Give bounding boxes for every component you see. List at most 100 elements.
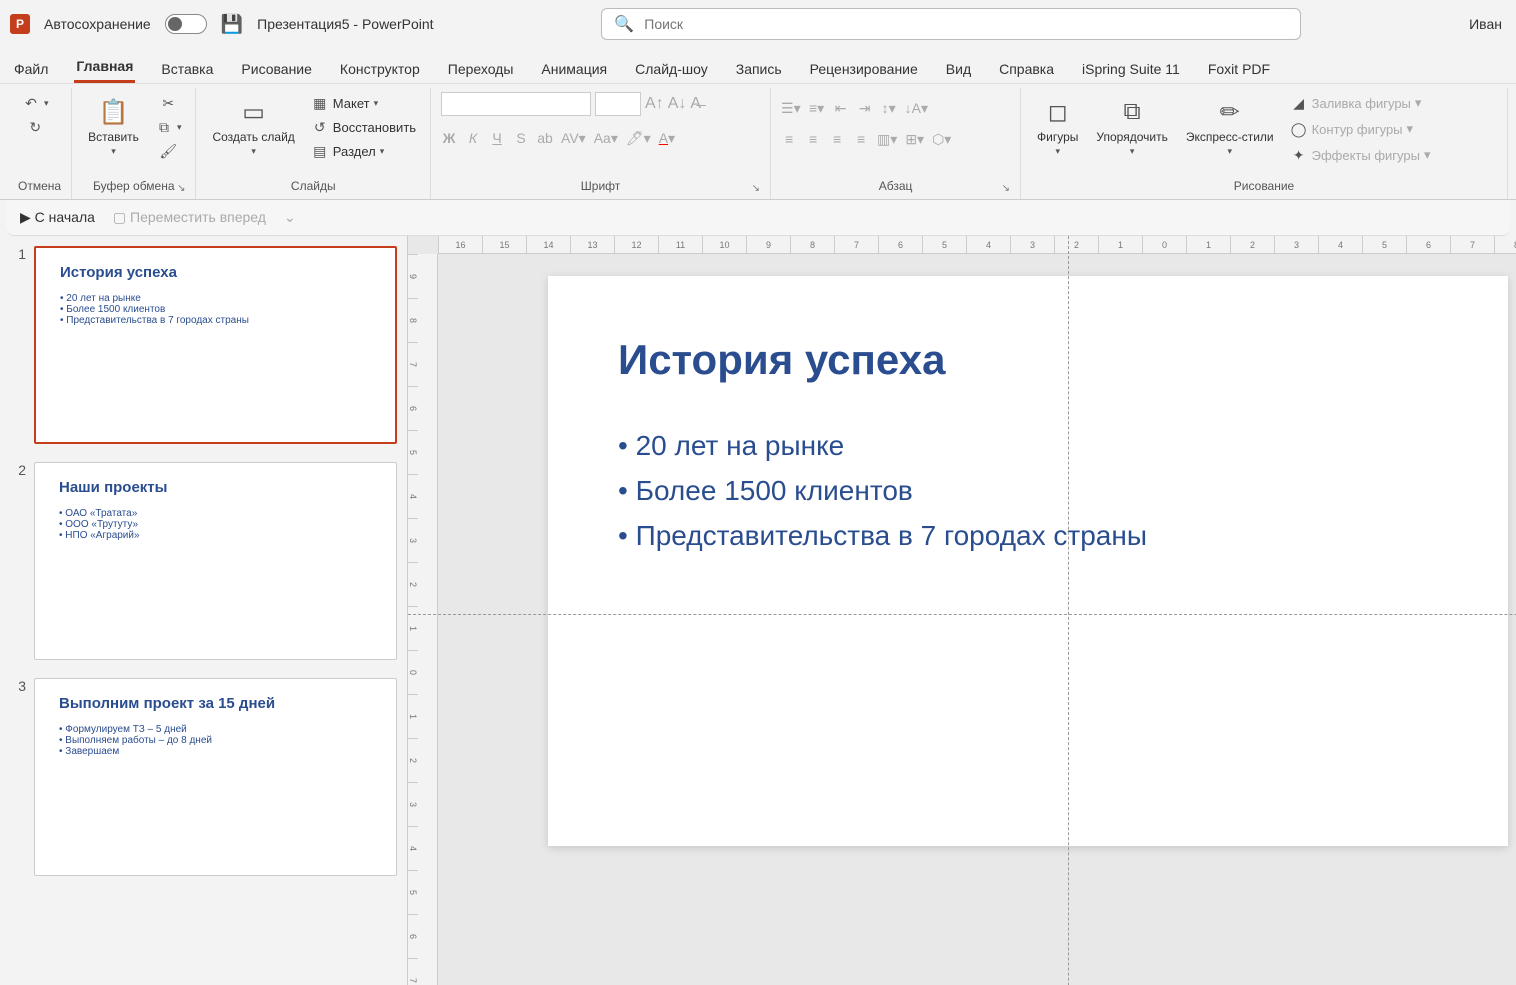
slide-thumbnail[interactable]: 2Наши проектыОАО «Тратата»ООО «Трутуту»Н…: [10, 462, 397, 660]
guide-vertical[interactable]: [1068, 236, 1069, 985]
strike-button[interactable]: S: [513, 130, 529, 147]
thumb-preview[interactable]: История успеха20 лет на рынкеБолее 1500 …: [34, 246, 397, 444]
reset-button[interactable]: ↺Восстановить: [307, 116, 420, 138]
redo-button[interactable]: ↻: [22, 116, 48, 138]
paste-button[interactable]: 📋 Вставить ▾: [82, 92, 145, 161]
new-slide-label: Создать слайд: [212, 130, 294, 144]
slide-canvas[interactable]: История успеха 20 лет на рынкеБолее 1500…: [548, 276, 1508, 976]
font-name-input[interactable]: [441, 92, 591, 116]
arrange-button[interactable]: ⧉Упорядочить▾: [1090, 92, 1173, 161]
quick-styles-button[interactable]: ✏Экспресс-стили▾: [1180, 92, 1280, 161]
underline-button[interactable]: Ч: [489, 130, 505, 147]
group-label-drawing: Рисование: [1234, 177, 1294, 197]
outline-icon: ◯: [1290, 120, 1308, 138]
font-color-button[interactable]: A▾: [659, 130, 675, 147]
clear-format-button[interactable]: A̶: [690, 95, 701, 113]
thumb-bullets: 20 лет на рынкеБолее 1500 клиентовПредст…: [60, 293, 371, 326]
search-input[interactable]: [644, 16, 1288, 32]
tab-справка[interactable]: Справка: [997, 53, 1056, 83]
fill-icon: ◢: [1290, 94, 1308, 112]
tab-главная[interactable]: Главная: [74, 50, 135, 83]
shapes-icon: ◻: [1042, 96, 1074, 128]
thumb-preview[interactable]: Выполним проект за 15 днейФормулируем ТЗ…: [34, 678, 397, 876]
group-slides: ▭ Создать слайд ▾ ▦Макет ▾ ↺Восстановить…: [196, 88, 431, 199]
tab-файл[interactable]: Файл: [12, 53, 50, 83]
tab-запись[interactable]: Запись: [734, 53, 784, 83]
autosave-toggle[interactable]: [165, 14, 207, 34]
line-spacing-button[interactable]: ↕▾: [881, 100, 897, 117]
slide-title[interactable]: История успеха: [618, 336, 1438, 384]
tab-foxit pdf[interactable]: Foxit PDF: [1206, 53, 1272, 83]
numbering-button[interactable]: ≡▾: [809, 100, 825, 117]
align-right-button[interactable]: ≡: [829, 131, 845, 148]
copy-button[interactable]: ⧉▾: [151, 116, 186, 138]
move-forward-button[interactable]: ▢ Переместить вперед: [113, 209, 266, 226]
paragraph-dialog-launcher-icon[interactable]: ↘: [1002, 183, 1010, 194]
cut-button[interactable]: ✂: [155, 92, 181, 114]
slide-bullet[interactable]: Представительства в 7 городах страны: [618, 514, 1438, 559]
tab-рецензирование[interactable]: Рецензирование: [808, 53, 920, 83]
tab-слайд-шоу[interactable]: Слайд-шоу: [633, 53, 710, 83]
columns-button[interactable]: ▥▾: [877, 131, 897, 148]
group-paragraph: ☰▾ ≡▾ ⇤ ⇥ ↕▾ ↓A▾ ≡ ≡ ≡ ≡ ▥▾ ⊞▾ ⬡▾ Абзац↘: [771, 88, 1021, 199]
bullets-button[interactable]: ☰▾: [781, 100, 801, 117]
shape-fill-button[interactable]: ◢Заливка фигуры ▾: [1286, 92, 1435, 114]
tab-рисование[interactable]: Рисование: [239, 53, 314, 83]
slide-thumbnail[interactable]: 3Выполним проект за 15 днейФормулируем Т…: [10, 678, 397, 876]
save-icon[interactable]: 💾: [221, 14, 243, 35]
italic-button[interactable]: К: [465, 130, 481, 147]
shape-effects-button[interactable]: ✦Эффекты фигуры ▾: [1286, 144, 1435, 166]
group-label-slides: Слайды: [291, 177, 336, 197]
bold-button[interactable]: Ж: [441, 130, 457, 147]
new-slide-button[interactable]: ▭ Создать слайд ▾: [206, 92, 300, 161]
increase-indent-button[interactable]: ⇥: [857, 100, 873, 117]
slide-bullet[interactable]: Более 1500 клиентов: [618, 469, 1438, 514]
align-center-button[interactable]: ≡: [805, 131, 821, 148]
increase-font-button[interactable]: A↑: [645, 95, 664, 113]
slide-editor[interactable]: 161514131211109876543210123456789 987654…: [408, 236, 1516, 985]
user-name[interactable]: Иван: [1469, 16, 1506, 32]
slide-bullet[interactable]: 20 лет на рынке: [618, 424, 1438, 469]
section-button[interactable]: ▤Раздел ▾: [307, 140, 389, 162]
change-case-button[interactable]: Aa▾: [594, 130, 618, 147]
tab-вид[interactable]: Вид: [944, 53, 973, 83]
tab-конструктор[interactable]: Конструктор: [338, 53, 422, 83]
current-slide[interactable]: История успеха 20 лет на рынкеБолее 1500…: [548, 276, 1508, 846]
tab-вставка[interactable]: Вставка: [159, 53, 215, 83]
align-left-button[interactable]: ≡: [781, 131, 797, 148]
text-direction-button[interactable]: ↓A▾: [905, 100, 928, 117]
slide-content[interactable]: 20 лет на рынкеБолее 1500 клиентовПредст…: [618, 424, 1438, 558]
document-title: Презентация5 - PowerPoint: [257, 16, 433, 32]
smartart-button[interactable]: ⬡▾: [932, 131, 951, 148]
ruler-vertical: 987654321012345678: [408, 254, 438, 985]
shape-outline-button[interactable]: ◯Контур фигуры ▾: [1286, 118, 1435, 140]
font-size-input[interactable]: [595, 92, 641, 116]
decrease-font-button[interactable]: A↓: [668, 95, 687, 113]
font-dialog-launcher-icon[interactable]: ↘: [752, 183, 760, 194]
char-spacing-button[interactable]: AV▾: [561, 130, 586, 147]
from-beginning-button[interactable]: ▶ С начала: [20, 209, 95, 226]
slide-thumbnails-panel[interactable]: 1История успеха20 лет на рынкеБолее 1500…: [0, 236, 408, 985]
align-text-button[interactable]: ⊞▾: [905, 131, 924, 148]
decrease-indent-button[interactable]: ⇤: [833, 100, 849, 117]
shapes-button[interactable]: ◻Фигуры▾: [1031, 92, 1084, 161]
format-painter-button[interactable]: 🖌: [155, 140, 181, 162]
layout-button[interactable]: ▦Макет ▾: [307, 92, 382, 114]
slide-thumbnail[interactable]: 1История успеха20 лет на рынкеБолее 1500…: [10, 246, 397, 444]
search-box[interactable]: 🔍: [601, 8, 1301, 40]
tab-переходы[interactable]: Переходы: [446, 53, 516, 83]
tab-анимация[interactable]: Анимация: [539, 53, 609, 83]
thumb-preview[interactable]: Наши проектыОАО «Тратата»ООО «Трутуту»НП…: [34, 462, 397, 660]
ribbon: ↶▾ ↻ Отмена 📋 Вставить ▾ ✂ ⧉▾ 🖌 Буфер об…: [0, 84, 1516, 200]
undo-button[interactable]: ↶▾: [18, 92, 53, 114]
shadow-button[interactable]: ab: [537, 130, 553, 147]
highlight-button[interactable]: 🖊▾: [626, 130, 651, 147]
justify-button[interactable]: ≡: [853, 131, 869, 148]
tab-ispring suite 11[interactable]: iSpring Suite 11: [1080, 53, 1182, 83]
main-area: 1История успеха20 лет на рынкеБолее 1500…: [0, 236, 1516, 985]
app-icon: P: [10, 14, 30, 34]
guide-horizontal[interactable]: [408, 614, 1516, 615]
undo-icon: ↶: [22, 94, 40, 112]
clipboard-dialog-launcher-icon[interactable]: ↘: [177, 183, 185, 194]
quickbar-overflow-button[interactable]: ⌄: [284, 209, 296, 226]
